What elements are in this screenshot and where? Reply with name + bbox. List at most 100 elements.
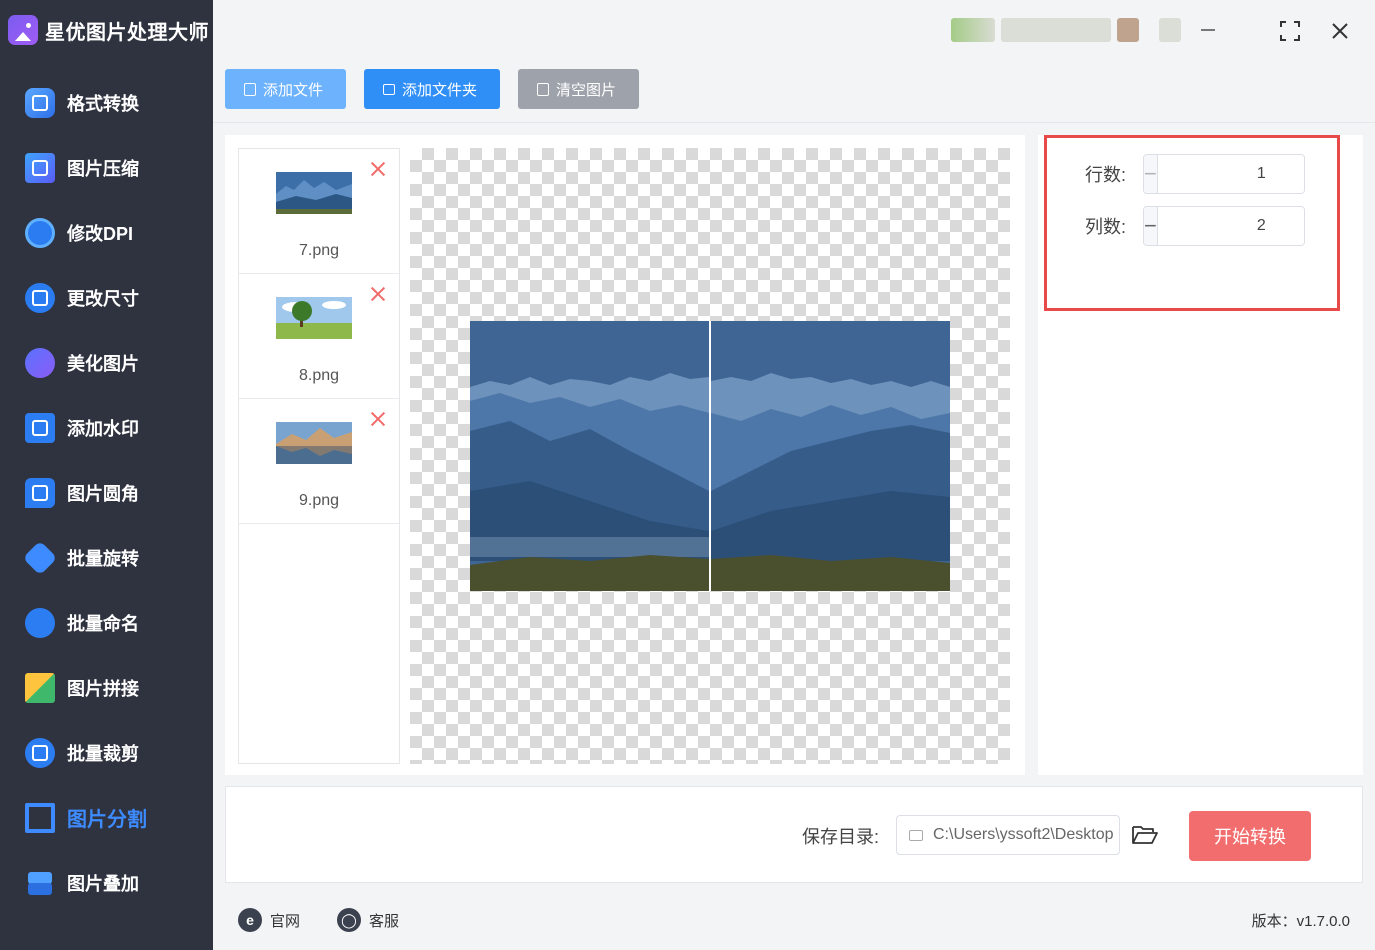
watermark-icon (25, 412, 55, 443)
support-chat-icon: ◯ (337, 908, 361, 932)
open-folder-button[interactable] (1132, 823, 1158, 845)
sidebar-item-label: 批量裁剪 (67, 743, 139, 764)
sidebar-item-round-corner[interactable]: 图片圆角 (0, 460, 213, 525)
split-piece-left (470, 321, 709, 591)
sidebar-item-rename[interactable]: 批量命名 (0, 590, 213, 655)
split-piece-right (711, 321, 950, 591)
save-dir-label: 保存目录: (802, 827, 880, 847)
support-label: 客服 (369, 912, 400, 930)
rotate-icon (22, 540, 58, 575)
file-thumbnail (276, 172, 352, 214)
sidebar-item-rotate[interactable]: 批量旋转 (0, 525, 213, 590)
app-name: 星优图片处理大师 (45, 21, 209, 44)
sidebar-nav: 格式转换 图片压缩 修改DPI 更改尺寸 美化图片 添加水印 图片圆角 批量旋转… (0, 70, 213, 915)
sidebar-item-resize[interactable]: 更改尺寸 (0, 265, 213, 330)
list-item[interactable]: 7.png (239, 149, 399, 274)
start-convert-button[interactable]: 开始转换 (1189, 811, 1311, 861)
user-name-blurred (1001, 18, 1111, 42)
list-item[interactable]: 8.png (239, 274, 399, 399)
sidebar-item-split[interactable]: 图片分割 (0, 785, 213, 850)
round-corner-icon (25, 477, 55, 508)
sidebar-item-label: 图片拼接 (67, 678, 139, 699)
clear-images-label: 清空图片 (556, 81, 617, 99)
maximize-icon (1280, 21, 1300, 41)
rows-stepper: − + (1143, 154, 1305, 194)
list-item[interactable]: 9.png (239, 399, 399, 524)
compress-icon (25, 152, 55, 183)
user-profile[interactable] (951, 18, 1215, 42)
version-text: 版本：v1.7.0.0 (1251, 913, 1350, 930)
maximize-button[interactable] (1275, 16, 1305, 46)
sidebar-item-watermark[interactable]: 添加水印 (0, 395, 213, 460)
sidebar-item-label: 修改DPI (67, 223, 134, 244)
sidebar-item-label: 批量命名 (67, 613, 139, 634)
rows-decrement-button[interactable]: − (1144, 155, 1158, 193)
cols-stepper: − + (1143, 206, 1305, 246)
stitch-icon (25, 672, 55, 703)
sidebar-item-label: 图片压缩 (67, 158, 139, 179)
cols-setting: 列数: − + (1085, 206, 1305, 246)
add-file-label: 添加文件 (263, 81, 324, 99)
avatar (951, 18, 995, 42)
browser-icon: e (238, 908, 262, 932)
add-file-button[interactable]: 添加文件 (225, 69, 346, 109)
add-folder-label: 添加文件夹 (402, 81, 478, 99)
sidebar-item-beautify[interactable]: 美化图片 (0, 330, 213, 395)
user-extra-blurred (1159, 18, 1181, 42)
support-link[interactable]: ◯ 客服 (337, 908, 399, 932)
sidebar-item-stitch[interactable]: 图片拼接 (0, 655, 213, 720)
beautify-icon (25, 347, 55, 378)
file-name: 9.png (298, 492, 340, 509)
sidebar-item-crop[interactable]: 批量裁剪 (0, 720, 213, 785)
rows-input[interactable] (1157, 155, 1304, 193)
resize-icon (25, 282, 55, 313)
toolbar: 添加文件 添加文件夹 清空图片 (225, 69, 639, 109)
app-logo-icon (8, 15, 38, 45)
file-icon (244, 82, 256, 96)
delete-file-button[interactable] (368, 159, 388, 179)
website-link[interactable]: e 官网 (238, 908, 300, 932)
cols-label: 列数: (1085, 217, 1127, 237)
rows-label: 行数: (1085, 165, 1127, 185)
cols-decrement-button[interactable]: − (1144, 207, 1158, 245)
sidebar: 星优图片处理大师 格式转换 图片压缩 修改DPI 更改尺寸 美化图片 添加水印 (0, 0, 213, 950)
minimize-icon[interactable] (1201, 29, 1215, 31)
sidebar-item-label: 图片叠加 (67, 873, 139, 894)
sidebar-item-overlay[interactable]: 图片叠加 (0, 850, 213, 915)
settings-panel: 行数: − + 列数: − + (1038, 135, 1363, 775)
delete-file-button[interactable] (368, 284, 388, 304)
rows-setting: 行数: − + (1085, 154, 1305, 194)
crop-icon (25, 737, 55, 768)
file-thumbnail (276, 422, 352, 464)
sidebar-item-dpi[interactable]: 修改DPI (0, 200, 213, 265)
sidebar-item-format-convert[interactable]: 格式转换 (0, 70, 213, 135)
format-convert-icon (25, 87, 55, 118)
save-path-field[interactable]: C:\Users\yssoft2\Desktop (896, 815, 1120, 855)
add-folder-button[interactable]: 添加文件夹 (364, 69, 500, 109)
sidebar-item-compress[interactable]: 图片压缩 (0, 135, 213, 200)
clear-images-button[interactable]: 清空图片 (518, 69, 639, 109)
toolbar-divider (213, 122, 1375, 123)
sidebar-item-label: 图片分割 (67, 809, 147, 831)
cols-input[interactable] (1157, 207, 1304, 245)
file-list[interactable]: 7.png 8.png 9.png (238, 148, 400, 764)
split-icon (25, 802, 55, 833)
main-panel: 7.png 8.png 9.png (225, 135, 1025, 775)
file-thumbnail (276, 297, 352, 339)
file-name: 8.png (298, 367, 340, 384)
trash-icon (537, 82, 549, 96)
dpi-icon (25, 217, 55, 248)
rename-icon (25, 607, 55, 638)
sidebar-item-label: 添加水印 (67, 418, 139, 439)
sidebar-item-label: 更改尺寸 (67, 288, 139, 309)
sidebar-item-label: 图片圆角 (67, 483, 139, 504)
split-preview-image (470, 321, 950, 591)
close-button[interactable] (1325, 16, 1355, 46)
open-folder-icon (1132, 826, 1158, 844)
output-bar: 保存目录: C:\Users\yssoft2\Desktop 开始转换 (225, 786, 1363, 883)
app-title-bar: 星优图片处理大师 (8, 12, 209, 48)
delete-file-button[interactable] (368, 409, 388, 429)
sidebar-item-label: 美化图片 (67, 353, 139, 374)
close-icon (1332, 23, 1348, 39)
website-label: 官网 (270, 912, 301, 930)
